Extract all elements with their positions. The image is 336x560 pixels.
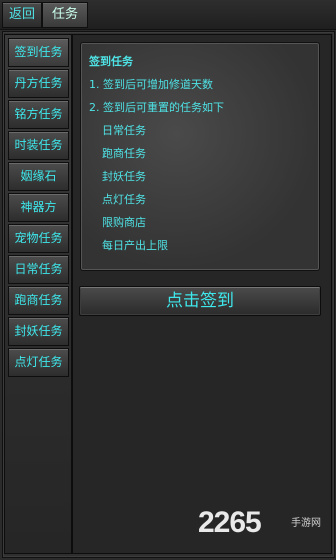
reset-task-item: 封妖任务 <box>102 170 146 183</box>
sign-in-info-panel: 签到任务 1. 签到后可增加修道天数 2. 签到后可重置的任务如下 日常任务 跑… <box>80 42 320 271</box>
panel-title: 签到任务 <box>89 55 133 68</box>
sidebar-item-inscription-recipe[interactable]: 铭方任务 <box>8 100 69 129</box>
sidebar-item-daily[interactable]: 日常任务 <box>8 255 69 284</box>
info-line-2: 2. 签到后可重置的任务如下 <box>89 101 224 114</box>
watermark-text: 手游网 <box>291 518 321 529</box>
sidebar-item-sign-in[interactable]: 签到任务 <box>8 38 69 67</box>
task-sidebar: 签到任务 丹方任务 铭方任务 时装任务 姻缘石 神器方 宠物任务 日常任务 跑商… <box>4 34 72 554</box>
reset-task-item: 日常任务 <box>102 124 146 137</box>
sidebar-item-trade-run[interactable]: 跑商任务 <box>8 286 69 315</box>
reset-task-item: 跑商任务 <box>102 147 146 160</box>
info-line-1: 1. 签到后可增加修道天数 <box>89 78 213 91</box>
top-bar: 返回 任务 <box>0 0 336 30</box>
site-watermark: 2265 手游网 <box>198 506 321 546</box>
sidebar-item-artifact-recipe[interactable]: 神器方 <box>8 193 69 222</box>
reset-task-item: 点灯任务 <box>102 193 146 206</box>
back-button[interactable]: 返回 <box>2 2 42 28</box>
sidebar-item-seal-demon[interactable]: 封妖任务 <box>8 317 69 346</box>
sidebar-item-pet[interactable]: 宠物任务 <box>8 224 69 253</box>
sign-in-button[interactable]: 点击签到 <box>79 286 321 316</box>
sidebar-item-marriage-stone[interactable]: 姻缘石 <box>8 162 69 191</box>
sidebar-item-lantern[interactable]: 点灯任务 <box>8 348 69 377</box>
watermark-number: 2265 <box>198 506 262 539</box>
sidebar-item-pill-recipe[interactable]: 丹方任务 <box>8 69 69 98</box>
reset-task-item: 每日产出上限 <box>102 239 168 252</box>
sidebar-item-costume[interactable]: 时装任务 <box>8 131 69 160</box>
task-tab[interactable]: 任务 <box>42 2 88 28</box>
reset-task-item: 限购商店 <box>102 216 146 229</box>
